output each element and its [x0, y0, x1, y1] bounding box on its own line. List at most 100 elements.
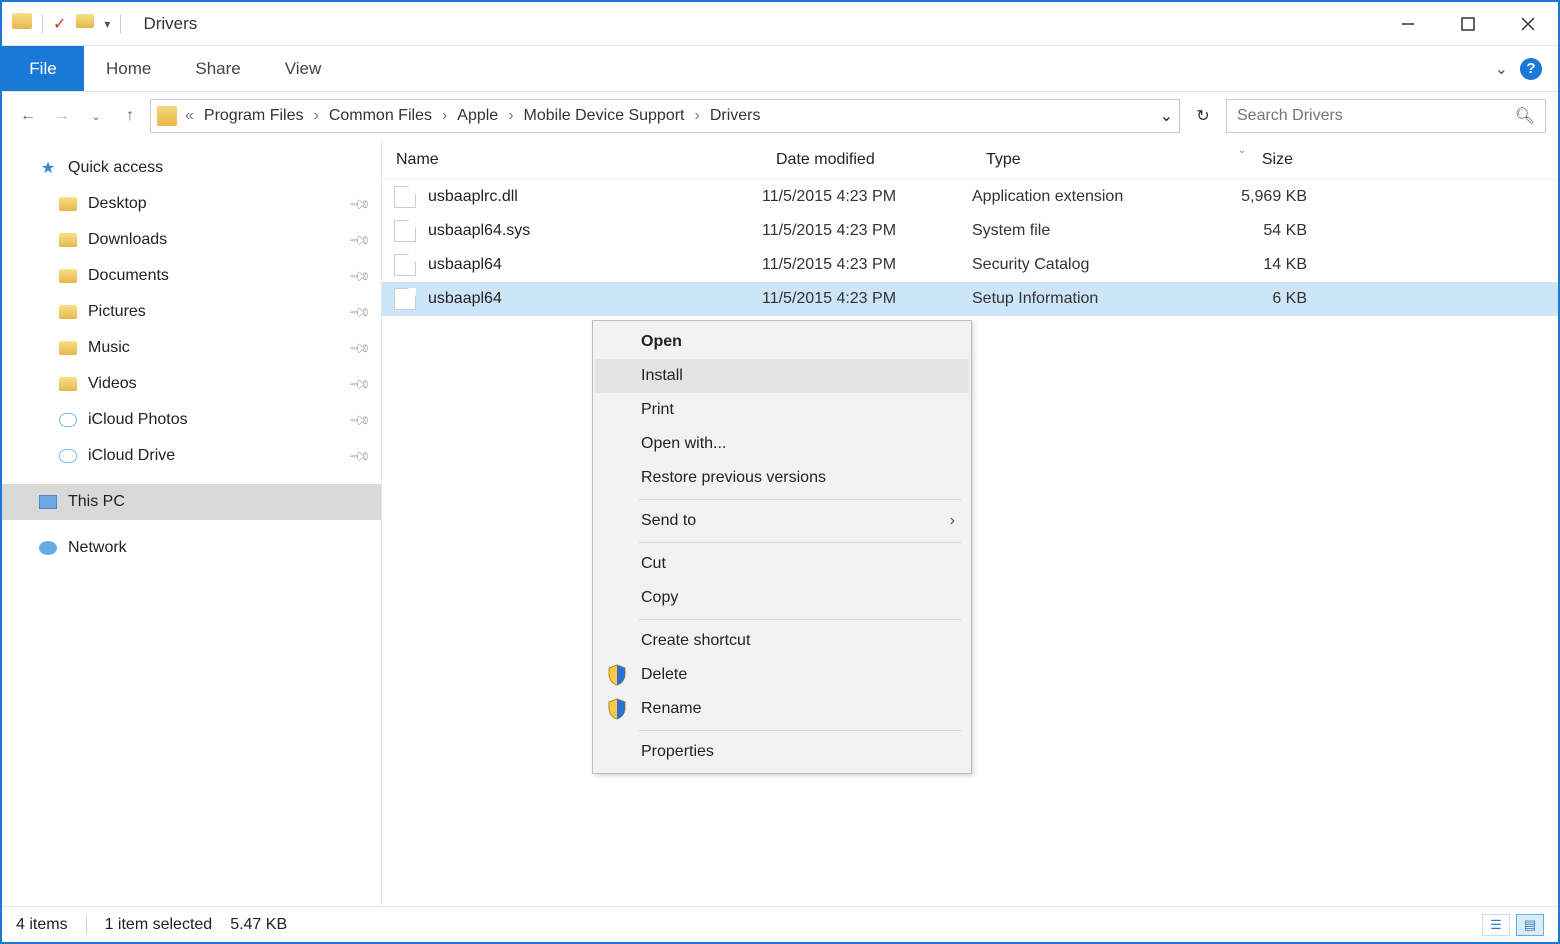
item-count: 4 items: [16, 916, 68, 934]
back-button[interactable]: ←: [14, 102, 42, 130]
file-date: 11/5/2015 4:23 PM: [762, 222, 972, 240]
maximize-button[interactable]: [1438, 2, 1498, 46]
selection-count: 1 item selected: [105, 916, 213, 934]
minimize-button[interactable]: [1378, 2, 1438, 46]
address-bar[interactable]: « Program Files › Common Files › Apple ›…: [150, 99, 1180, 133]
context-create-shortcut[interactable]: Create shortcut: [595, 624, 969, 658]
this-pc[interactable]: This PC: [2, 484, 381, 520]
ribbon-expand-icon[interactable]: ⌄: [1495, 59, 1508, 79]
network-icon: [38, 538, 58, 558]
details-view-button[interactable]: ☰: [1482, 914, 1510, 936]
view-tab[interactable]: View: [263, 46, 344, 91]
submenu-arrow-icon: ›: [950, 512, 955, 530]
forward-button[interactable]: →: [48, 102, 76, 130]
sidebar-label: Quick access: [68, 159, 163, 177]
file-icon: [394, 186, 416, 208]
column-type[interactable]: Type: [972, 151, 1177, 169]
history-dropdown-icon[interactable]: ⌄: [82, 102, 110, 130]
search-icon[interactable]: 🔍︎: [1515, 106, 1535, 126]
chevron-right-icon[interactable]: ›: [506, 107, 515, 125]
title-bar: ✓ ▾ Drivers: [2, 2, 1558, 46]
breadcrumb-item[interactable]: Mobile Device Support: [518, 107, 691, 125]
context-open[interactable]: Open: [595, 325, 969, 359]
file-row[interactable]: usbaapl6411/5/2015 4:23 PMSetup Informat…: [382, 282, 1558, 316]
qat-newfolder-icon[interactable]: [76, 14, 94, 33]
pin-icon: 📌︎: [348, 336, 373, 361]
chevron-right-icon[interactable]: ›: [440, 107, 449, 125]
context-rename[interactable]: Rename: [595, 692, 969, 726]
sidebar-item-music[interactable]: Music 📌︎: [2, 330, 381, 366]
search-input[interactable]: [1237, 107, 1515, 125]
chevron-right-icon[interactable]: ›: [693, 107, 702, 125]
context-separator: [639, 542, 961, 543]
sidebar-item-documents[interactable]: Documents📌︎: [2, 258, 381, 294]
file-tab[interactable]: File: [2, 46, 84, 91]
context-label: Rename: [641, 700, 701, 718]
breadcrumb-item[interactable]: Drivers: [704, 107, 767, 125]
network[interactable]: Network: [2, 530, 381, 566]
file-name: usbaapl64: [428, 290, 502, 308]
file-row[interactable]: usbaapl64.sys11/5/2015 4:23 PMSystem fil…: [382, 214, 1558, 248]
folder-icon: [58, 302, 78, 322]
qat-dropdown-icon[interactable]: ▾: [104, 17, 110, 31]
context-label: Cut: [641, 555, 666, 573]
context-label: Send to: [641, 512, 696, 530]
cloud-icon: [58, 446, 78, 466]
context-label: Copy: [641, 589, 678, 607]
breadcrumb-item[interactable]: Program Files: [198, 107, 310, 125]
context-open-with-[interactable]: Open with...: [595, 427, 969, 461]
address-dropdown-icon[interactable]: ⌄: [1160, 106, 1173, 126]
file-row[interactable]: usbaaplrc.dll11/5/2015 4:23 PMApplicatio…: [382, 180, 1558, 214]
selection-size: 5.47 KB: [230, 916, 287, 934]
context-cut[interactable]: Cut: [595, 547, 969, 581]
cloud-icon: [58, 410, 78, 430]
search-box[interactable]: 🔍︎: [1226, 99, 1546, 133]
context-install[interactable]: Install: [595, 359, 969, 393]
sidebar-label: This PC: [68, 493, 125, 511]
sidebar-item-icloud-drive[interactable]: iCloud Drive📌︎: [2, 438, 381, 474]
help-icon[interactable]: ?: [1520, 58, 1542, 80]
column-name[interactable]: Name: [382, 151, 762, 169]
file-icon: [394, 288, 416, 310]
qat-properties-icon[interactable]: ✓: [53, 14, 66, 34]
close-button[interactable]: [1498, 2, 1558, 46]
column-headers: Name Date modified Type ⌄Size: [382, 140, 1558, 180]
context-copy[interactable]: Copy: [595, 581, 969, 615]
sidebar-item-pictures[interactable]: Pictures📌︎: [2, 294, 381, 330]
context-menu: Open Install Print Open with...Restore prev…: [592, 320, 972, 774]
context-print[interactable]: Print: [595, 393, 969, 427]
context-send-to[interactable]: Send to ›: [595, 504, 969, 538]
sidebar-item-icloud-photos[interactable]: iCloud Photos📌︎: [2, 402, 381, 438]
sidebar-item-label: Music: [88, 339, 130, 357]
home-tab[interactable]: Home: [84, 46, 173, 91]
file-row[interactable]: usbaapl6411/5/2015 4:23 PMSecurity Catal…: [382, 248, 1558, 282]
context-restore-previous-versions[interactable]: Restore previous versions: [595, 461, 969, 495]
sidebar-item-desktop[interactable]: Desktop📌︎: [2, 186, 381, 222]
star-icon: ★: [38, 158, 58, 178]
crumb-prefix[interactable]: «: [183, 107, 196, 125]
file-date: 11/5/2015 4:23 PM: [762, 188, 972, 206]
share-tab[interactable]: Share: [173, 46, 262, 91]
shield-icon: [607, 664, 627, 686]
sidebar-item-downloads[interactable]: Downloads 📌︎: [2, 222, 381, 258]
context-label: Install: [641, 367, 683, 385]
pin-icon: 📌︎: [348, 228, 373, 253]
breadcrumb-item[interactable]: Apple: [451, 107, 504, 125]
sidebar-item-label: Downloads: [88, 231, 167, 249]
context-delete[interactable]: Delete: [595, 658, 969, 692]
column-date[interactable]: Date modified: [762, 151, 972, 169]
breadcrumb-item[interactable]: Common Files: [323, 107, 438, 125]
refresh-button[interactable]: ↻: [1186, 99, 1220, 133]
chevron-right-icon[interactable]: ›: [311, 107, 320, 125]
shield-icon: [607, 698, 627, 720]
quick-access[interactable]: ★ Quick access: [2, 150, 381, 186]
sidebar-item-videos[interactable]: Videos📌︎: [2, 366, 381, 402]
folder-icon: [58, 374, 78, 394]
up-button[interactable]: ↑: [116, 102, 144, 130]
sidebar-item-label: Documents: [88, 267, 169, 285]
thumbnails-view-button[interactable]: ▤: [1516, 914, 1544, 936]
context-properties[interactable]: Properties: [595, 735, 969, 769]
column-size[interactable]: ⌄Size: [1177, 151, 1307, 169]
sidebar-label: Network: [68, 539, 127, 557]
context-label: Print: [641, 401, 674, 419]
